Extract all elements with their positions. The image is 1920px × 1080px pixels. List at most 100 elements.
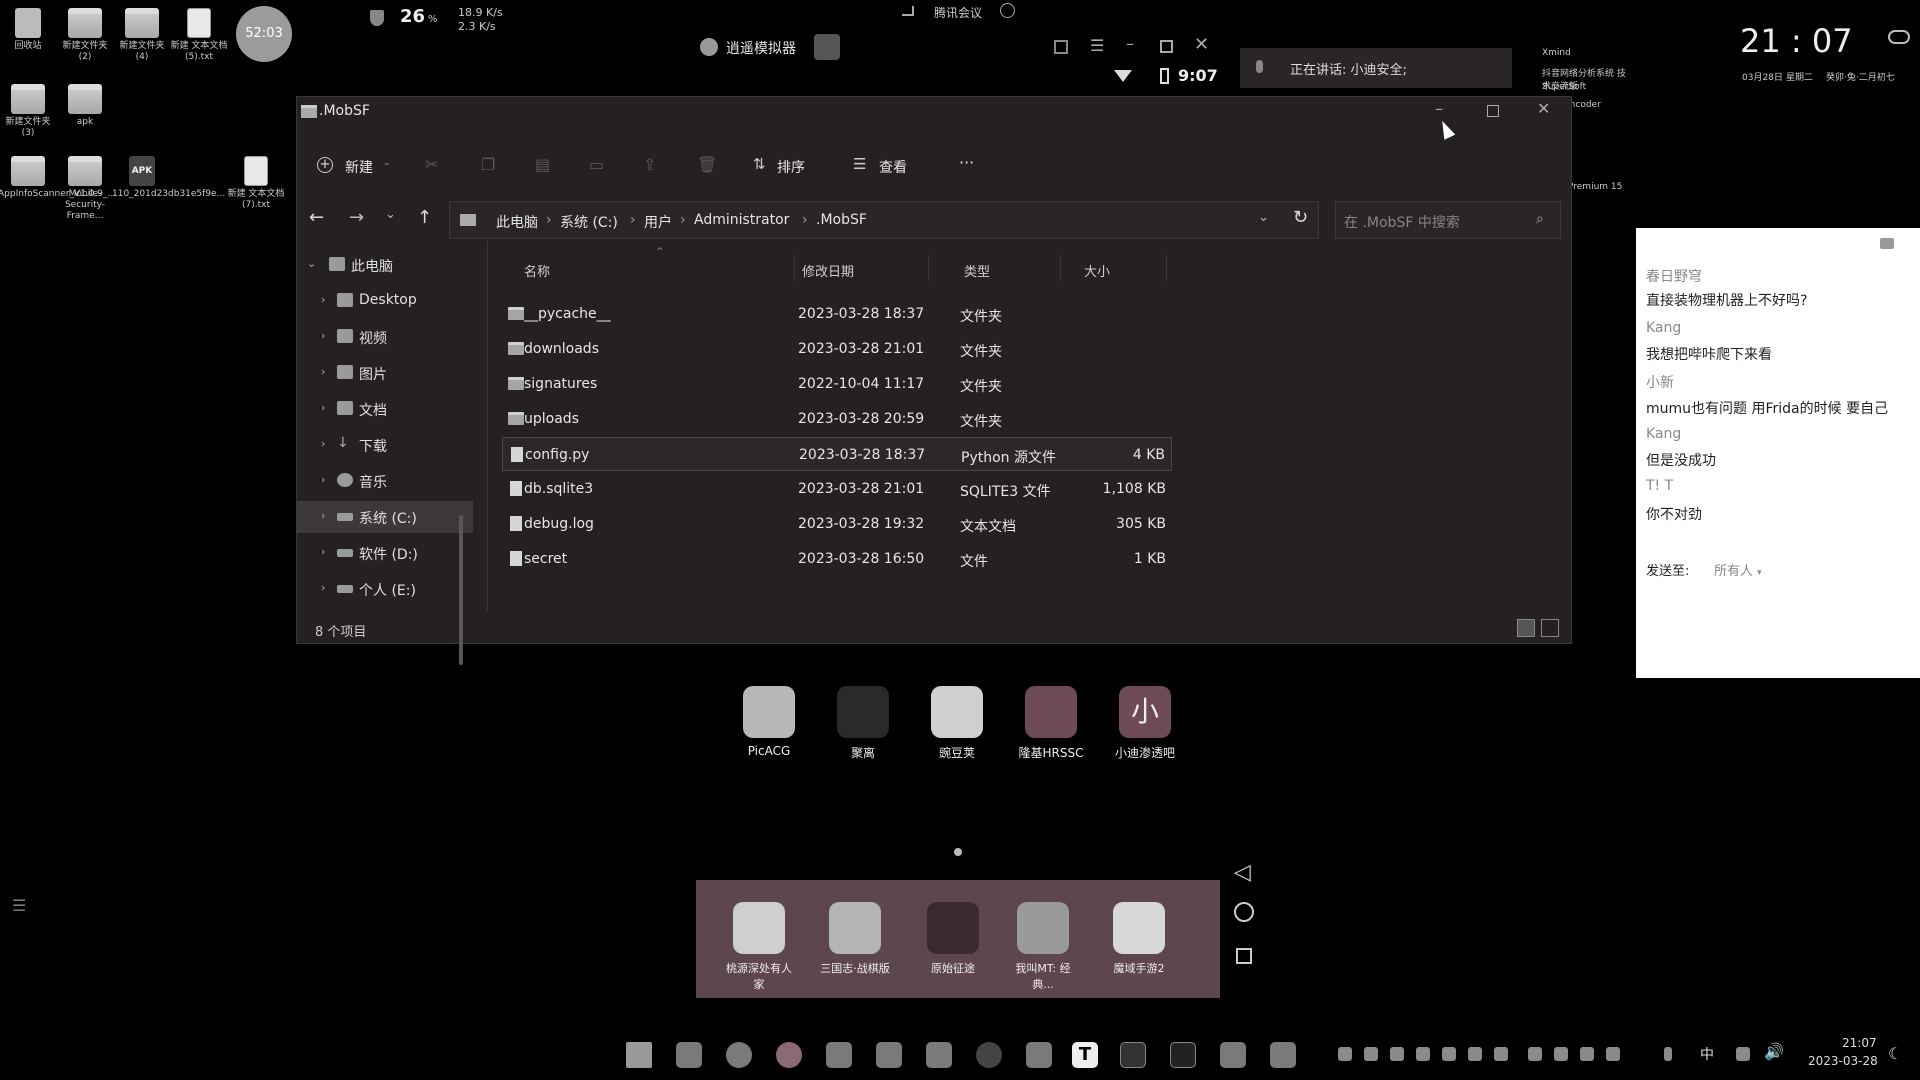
desktop-icon-appinfoscanner[interactable]: AppInfoScanner_V1.0.9_...	[0, 156, 116, 200]
desktop-icon-mobsf[interactable]: Mobile-Security-Frame...	[55, 156, 115, 222]
app-icon[interactable]	[1026, 1042, 1052, 1068]
tray-icon[interactable]	[1494, 1047, 1508, 1061]
refresh-icon[interactable]: ↻	[1293, 207, 1308, 228]
tray-icon[interactable]	[1390, 1047, 1404, 1061]
address-dropdown-icon[interactable]: ⌄	[1258, 210, 1269, 225]
app-longi-hrssc[interactable]: 隆基HRSSC	[1016, 686, 1086, 761]
file-row-selected[interactable]: config.py 2023-03-28 18:37 Python 源文件 4 …	[502, 437, 1172, 471]
desktop-icon-folder-4[interactable]: 新建文件夹 (4)	[112, 8, 172, 63]
photos-icon[interactable]	[876, 1042, 902, 1068]
column-divider[interactable]	[1060, 255, 1061, 281]
rename-icon[interactable]: ▭	[589, 155, 604, 174]
nav-personal-e[interactable]: › 个人 (E:)	[297, 573, 473, 605]
new-button[interactable]: + 新建 ⌄	[317, 155, 397, 177]
nav-downloads[interactable]: › ↓ 下载	[297, 429, 473, 461]
desktop-icon-folder-3[interactable]: 新建文件夹 (3)	[0, 84, 58, 139]
explorer-taskbar-icon[interactable]	[676, 1042, 702, 1068]
meeting-indicator[interactable]: 腾讯会议	[900, 2, 1030, 22]
app-icon[interactable]	[976, 1042, 1002, 1068]
app-xiaodi[interactable]: 小 小迪渗透吧	[1110, 686, 1180, 761]
send-to-select[interactable]: 所有人 ▾	[1714, 560, 1762, 579]
dock-app[interactable]: 三国志·战棋版	[820, 902, 890, 976]
tray-icon[interactable]	[1528, 1047, 1542, 1061]
dock-app[interactable]: 原始征途	[918, 902, 988, 976]
menu-icon[interactable]: ☰	[1090, 36, 1104, 55]
breadcrumb-item[interactable]: Administrator	[694, 212, 789, 228]
desktop-icon-text-5[interactable]: 新建 文本文档 (5).txt	[169, 8, 229, 63]
close-button[interactable]: ✕	[1537, 99, 1550, 118]
notepad-icon[interactable]	[926, 1042, 952, 1068]
desktop-icon-apk-file[interactable]: APK 110_201d23db31e5f9e...	[112, 156, 225, 200]
address-bar[interactable]: 此电脑 › 系统 (C:) › 用户 › Administrator › .Mo…	[449, 201, 1319, 239]
details-view-icon[interactable]	[1517, 619, 1535, 637]
nav-system-c[interactable]: › 系统 (C:)	[297, 501, 473, 533]
app-picacg[interactable]: PicACG	[734, 686, 804, 758]
column-divider[interactable]	[794, 255, 795, 281]
desktop-icon-recycle-bin[interactable]: 回收站	[0, 8, 58, 52]
up-arrow-icon[interactable]: ↑	[417, 207, 432, 228]
file-row[interactable]: __pycache__ 2023-03-28 18:37 文件夹	[502, 297, 1172, 331]
info-icon[interactable]	[1000, 3, 1015, 18]
search-input[interactable]: 在 .MobSF 中搜索 ⌕	[1335, 201, 1561, 239]
nav-pictures[interactable]: › 图片	[297, 357, 473, 389]
sort-button[interactable]: ⇅ 排序	[753, 155, 825, 177]
view-button[interactable]: ☰ 查看	[853, 155, 933, 177]
paste-icon[interactable]: ▤	[535, 155, 550, 174]
column-divider[interactable]	[1166, 255, 1167, 281]
taskbar-date[interactable]: 2023-03-28	[1808, 1054, 1878, 1068]
emulator-maximize-icon[interactable]	[1160, 40, 1173, 53]
cmd-icon[interactable]	[1170, 1042, 1196, 1068]
tray-icon[interactable]	[1468, 1047, 1482, 1061]
network-icon[interactable]	[1736, 1047, 1750, 1061]
tray-icon[interactable]	[1364, 1047, 1378, 1061]
nav-this-pc[interactable]: ⌄ 此电脑	[297, 249, 473, 281]
emulator-settings-icon[interactable]	[814, 34, 840, 60]
column-divider[interactable]	[928, 255, 929, 281]
nav-desktop[interactable]: › Desktop	[297, 285, 473, 317]
more-options-button[interactable]: ···	[959, 153, 974, 172]
emulator-close-icon[interactable]: ✕	[1194, 34, 1209, 55]
android-recents-icon[interactable]	[1236, 948, 1252, 964]
breadcrumb-item[interactable]: 此电脑	[496, 212, 538, 232]
nav-videos[interactable]: › 视频	[297, 321, 473, 353]
file-row[interactable]: downloads 2023-03-28 21:01 文件夹	[502, 332, 1172, 366]
tray-icon[interactable]	[1416, 1047, 1430, 1061]
tiles-view-icon[interactable]	[1541, 619, 1559, 637]
app-list-item[interactable]: SuperSoft	[1542, 82, 1586, 92]
tray-icon[interactable]	[1442, 1047, 1456, 1061]
emulator-minimize-icon[interactable]: –	[1126, 34, 1134, 53]
breadcrumb-item[interactable]: .MobSF	[816, 212, 867, 228]
tray-icon[interactable]	[1580, 1047, 1594, 1061]
forward-arrow-icon[interactable]: →	[349, 207, 364, 228]
file-row[interactable]: secret 2023-03-28 16:50 文件 1 KB	[502, 542, 1172, 576]
dock-app[interactable]: 我叫MT: 经典...	[1008, 902, 1078, 992]
maximize-button[interactable]	[1487, 105, 1499, 117]
android-back-icon[interactable]: ◁	[1234, 860, 1251, 885]
file-row[interactable]: signatures 2022-10-04 11:17 文件夹	[502, 367, 1172, 401]
mic-tray-icon[interactable]	[1664, 1047, 1672, 1061]
file-row[interactable]: db.sqlite3 2023-03-28 21:01 SQLITE3 文件 1…	[502, 472, 1172, 506]
dock-app[interactable]: 桃源深处有人家	[724, 902, 794, 992]
app-list-item[interactable]: Premium 15	[1568, 182, 1622, 192]
list-icon[interactable]: ☰	[12, 896, 26, 915]
emulator-taskbar-icon[interactable]	[1220, 1042, 1246, 1068]
tray-icon[interactable]	[1554, 1047, 1568, 1061]
file-row[interactable]: debug.log 2023-03-28 19:32 文本文档 305 KB	[502, 507, 1172, 541]
desktop-icon-apk[interactable]: apk	[55, 84, 115, 128]
file-row[interactable]: uploads 2023-03-28 20:59 文件夹	[502, 402, 1172, 436]
vscode-icon[interactable]	[1270, 1042, 1296, 1068]
nav-scrollbar[interactable]	[459, 515, 463, 665]
column-header-name[interactable]: 名称	[524, 261, 550, 280]
moon-icon[interactable]: ☾	[1888, 1044, 1902, 1063]
delete-icon[interactable]: 🗑	[697, 155, 717, 174]
back-arrow-icon[interactable]: ←	[309, 207, 324, 228]
desktop-icon-folder-2[interactable]: 新建文件夹 (2)	[55, 8, 115, 63]
nav-music[interactable]: › 音乐	[297, 465, 473, 497]
column-header-size[interactable]: 大小	[1084, 261, 1110, 280]
breadcrumb-item[interactable]: 系统 (C:)	[560, 212, 618, 232]
chrome-icon[interactable]	[776, 1042, 802, 1068]
app-wandoujia[interactable]: 豌豆荚	[922, 686, 992, 761]
column-header-type[interactable]: 类型	[964, 261, 990, 280]
typora-icon[interactable]: T	[1072, 1042, 1098, 1068]
app-juli[interactable]: 聚离	[828, 686, 898, 761]
